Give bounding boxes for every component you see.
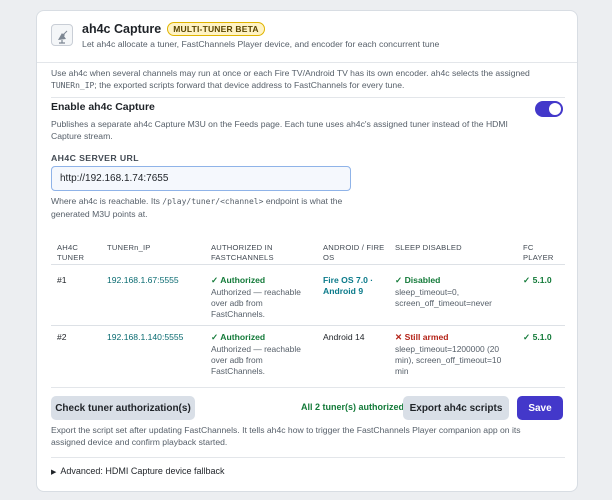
sleep-detail: sleep_timeout=1200000 (20 min), screen_o… [395,344,502,376]
header-line: FASTCHANNELS [211,253,274,262]
tuner-number: #2 [57,332,67,342]
advanced-disclosure[interactable]: ▶ Advanced: HDMI Capture device fallback [51,466,224,476]
tuner-number: #1 [57,275,67,285]
intro-text: Use ah4c when several channels may run a… [51,67,571,92]
header-tuner: AH4C TUNER [57,243,84,263]
tuner-ip: 192.168.1.140:5555 [107,332,184,342]
table-divider [51,264,565,265]
header-line: TUNERn_IP [107,243,151,252]
ah4c-capture-card: ah4c Capture MULTI-TUNER BETA Let ah4c a… [36,10,578,492]
header-fc-player: FC PLAYER [523,243,554,263]
divider [51,387,565,388]
table-divider [51,325,565,326]
header-line: TUNER [57,253,85,262]
os-version: Android 14 [323,332,365,342]
advanced-label: Advanced: HDMI Capture device fallback [60,466,225,476]
enable-description: Publishes a separate ah4c Capture M3U on… [51,119,508,141]
header-ip: TUNERn_IP [107,243,151,253]
export-help-text: Export the script set after updating Fas… [51,425,521,447]
save-button[interactable]: Save [517,396,563,420]
header-authorized: AUTHORIZED IN FASTCHANNELS [211,243,274,263]
help-code: /play/tuner/<channel> [162,197,264,206]
server-url-input[interactable] [51,166,351,191]
card-header: ah4c Capture MULTI-TUNER BETA Let ah4c a… [37,11,577,63]
enable-label: Enable ah4c Capture [51,101,155,113]
fc-player-version: ✓ 5.1.0 [523,275,552,285]
sleep-status: ✓ Disabled [395,275,441,285]
header-os: ANDROID / FIRE OS [323,243,384,263]
fc-player-version: ✓ 5.1.0 [523,332,552,342]
header-sleep: SLEEP DISABLED [395,243,462,253]
os-version: Fire OS 7.0 · Android 9 [323,275,374,296]
server-url-help: Where ah4c is reachable. Its /play/tuner… [51,195,361,220]
header-line: FC [523,243,534,252]
intro-text-part: ; the exported scripts forward that devi… [94,80,405,90]
header-line: AUTHORIZED IN [211,243,273,252]
header-line: PLAYER [523,253,554,262]
sleep-detail: sleep_timeout=0, screen_off_timeout=neve… [395,287,492,308]
divider [51,97,565,98]
auth-status: ✓ Authorized [211,332,266,342]
intro-text-part: Use ah4c when several channels may run a… [51,68,530,78]
beta-badge: MULTI-TUNER BETA [167,22,265,36]
auth-detail: Authorized — reachable over adb from Fas… [211,344,301,376]
satellite-dish-icon [51,24,73,46]
sleep-status: ✕ Still armed [395,332,449,342]
triangle-right-icon: ▶ [51,469,57,476]
auth-status: ✓ Authorized [211,275,266,285]
server-url-label: AH4C SERVER URL [51,153,139,163]
export-scripts-button[interactable]: Export ah4c scripts [403,396,509,420]
tuner-ip: 192.168.1.67:5555 [107,275,179,285]
header-line: OS [323,253,335,262]
help-text-part: Where ah4c is reachable. Its [51,196,163,206]
header-line: SLEEP DISABLED [395,243,462,252]
enable-toggle[interactable] [535,101,563,117]
authorization-status: All 2 tuner(s) authorized [301,402,405,412]
toggle-knob [549,103,561,115]
card-subtitle: Let ah4c allocate a tuner, FastChannels … [82,39,440,49]
card-title: ah4c Capture [82,22,162,36]
intro-code: TUNERn_IP [51,81,95,90]
divider [51,457,565,458]
header-line: AH4C [57,243,79,252]
header-line: ANDROID / FIRE [323,243,385,252]
auth-detail: Authorized — reachable over adb from Fas… [211,287,301,319]
check-authorization-button[interactable]: Check tuner authorization(s) [51,396,195,420]
